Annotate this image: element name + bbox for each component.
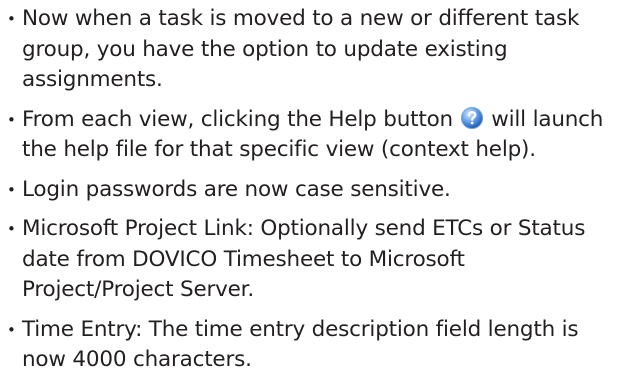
bullet: •	[7, 320, 16, 339]
list-item-line: the help file for that specific view (co…	[22, 137, 536, 162]
list-item-line: now 4000 characters.	[22, 347, 252, 372]
list-item-line: Login passwords are now case sensitive.	[22, 176, 451, 202]
list-item: • From each view, clicking the Help butt…	[0, 105, 636, 166]
list-item-line: date from DOVICO Timesheet to Microsoft	[22, 246, 465, 272]
bullet: •	[7, 180, 16, 199]
list-item-line: assignments.	[22, 67, 163, 92]
help-icon	[460, 106, 483, 129]
list-item: • Login passwords are now case sensitive…	[0, 175, 636, 206]
list-item-line: Time Entry: The time entry description f…	[22, 316, 579, 342]
list-item-line: group, you have the option to update exi…	[22, 36, 508, 62]
list-item-text: will launch	[484, 106, 604, 132]
bullet: •	[7, 10, 16, 28]
list-item: • Time Entry: The time entry description…	[0, 315, 636, 376]
document-page: • Now when a task is moved to a new or d…	[0, 0, 636, 372]
list-item-text: From each view, clicking the Help button	[22, 106, 460, 132]
list-item: • Microsoft Project Link: Optionally sen…	[0, 214, 636, 306]
list-item: • Now when a task is moved to a new or d…	[0, 4, 636, 96]
bullet: •	[7, 220, 16, 238]
feature-list: • Now when a task is moved to a new or d…	[0, 4, 636, 385]
list-item-line: Microsoft Project Link: Optionally send …	[22, 216, 586, 241]
list-item-line: From each view, clicking the Help button…	[22, 105, 636, 136]
list-item-line: Project/Project Server.	[22, 277, 254, 302]
bullet: •	[7, 110, 16, 129]
list-item-line: Now when a task is moved to a new or dif…	[22, 6, 580, 31]
